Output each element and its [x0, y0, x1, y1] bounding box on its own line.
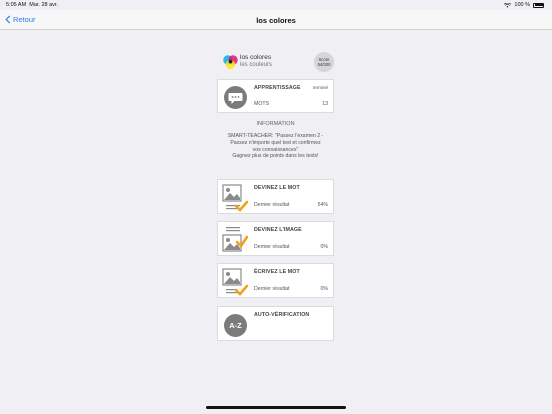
- score-value: 54/300: [317, 62, 331, 67]
- learning-sub-value: 13: [322, 101, 328, 107]
- test-result-label: Dernier résultat: [254, 202, 290, 208]
- colors-logo-icon: [223, 55, 238, 70]
- auto-verification-card[interactable]: A-Z AUTO-VÉRIFICATION: [217, 306, 334, 341]
- lesson-header: los colores les couleurs Score 54/300: [222, 52, 334, 74]
- test-card-guess-word[interactable]: DEVINEZ LE MOT Dernier résultat 54%: [217, 179, 334, 214]
- learning-status: terminé: [312, 85, 328, 90]
- learning-title: APPRENTISSAGE: [254, 85, 301, 91]
- test-result-label: Dernier résultat: [254, 286, 290, 292]
- test-card-guess-image[interactable]: DEVINEZ L'IMAGE Dernier résultat 0%: [217, 221, 334, 256]
- chat-icon: [224, 86, 247, 109]
- test-result-value: 54%: [317, 202, 328, 208]
- lesson-title: los colores: [240, 54, 272, 61]
- battery-icon: [533, 2, 544, 8]
- test-result-label: Dernier résultat: [254, 244, 290, 250]
- test-title: ÉCRIVEZ LE MOT: [254, 269, 300, 275]
- status-right: 100 %: [504, 2, 544, 8]
- test-result-value: 0%: [320, 286, 329, 292]
- page-title: los colores: [256, 16, 296, 25]
- learning-sub-label: MOTS: [254, 101, 269, 107]
- home-indicator[interactable]: [206, 406, 346, 409]
- a-z-icon: A-Z: [224, 314, 247, 337]
- image-to-word-icon: [222, 184, 248, 212]
- status-time: 5:05 AM Mar. 28 avr.: [6, 2, 58, 8]
- word-to-image-icon: [222, 227, 248, 252]
- battery-percent: 100 %: [514, 2, 530, 8]
- status-bar: 5:05 AM Mar. 28 avr. 100 %: [0, 0, 552, 10]
- information-heading: INFORMATION: [256, 121, 295, 127]
- test-result-value: 0%: [320, 244, 329, 250]
- learning-card[interactable]: APPRENTISSAGE terminé MOTS 13: [217, 79, 334, 113]
- information-text: SMART-TEACHER: "Passez l'examen 2 - Pass…: [227, 133, 324, 160]
- wifi-icon: [504, 2, 512, 8]
- navigation-bar: Retour los colores: [0, 10, 552, 30]
- score-badge: Score 54/300: [314, 52, 334, 72]
- auto-verification-title: AUTO-VÉRIFICATION: [254, 312, 310, 318]
- test-card-write-word[interactable]: ÉCRIVEZ LE MOT Dernier résultat 0%: [217, 263, 334, 298]
- write-word-icon: [222, 268, 248, 296]
- lesson-subtitle: les couleurs: [240, 62, 273, 68]
- test-title: DEVINEZ LE MOT: [254, 185, 300, 191]
- test-title: DEVINEZ L'IMAGE: [254, 227, 302, 233]
